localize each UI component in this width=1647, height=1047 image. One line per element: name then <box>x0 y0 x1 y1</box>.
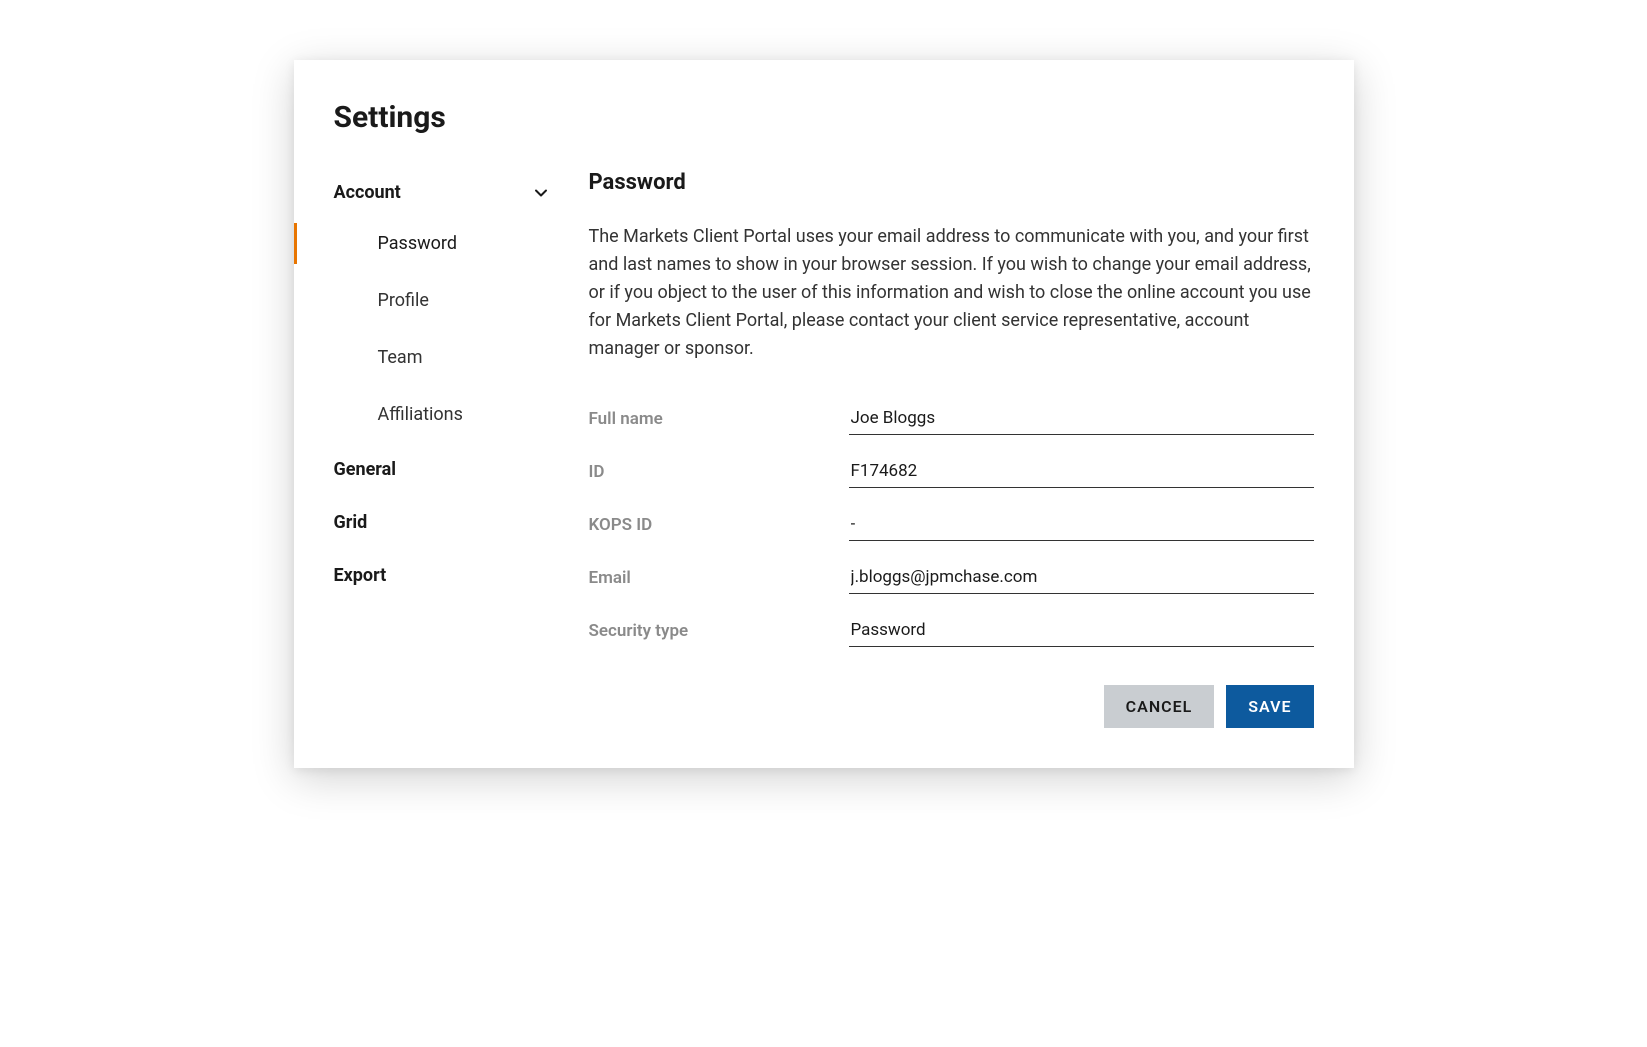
field-label: ID <box>589 462 849 488</box>
kopsid-input[interactable] <box>849 508 1314 541</box>
chevron-down-icon <box>533 185 549 201</box>
page-title: Settings <box>334 100 1314 135</box>
id-input[interactable] <box>849 455 1314 488</box>
settings-panel: Settings Account Password Profile Team A… <box>294 60 1354 768</box>
field-row-fullname: Full name <box>589 402 1314 435</box>
field-label: Full name <box>589 409 849 435</box>
sidebar-group-label: Account <box>334 182 401 203</box>
field-label: KOPS ID <box>589 515 849 541</box>
main-section: Password The Markets Client Portal uses … <box>589 170 1314 728</box>
sidebar-item-profile[interactable]: Profile <box>294 272 549 329</box>
fullname-input[interactable] <box>849 402 1314 435</box>
action-bar: CANCEL SAVE <box>589 685 1314 728</box>
sidebar-sublist-account: Password Profile Team Affiliations <box>294 215 549 443</box>
field-label: Security type <box>589 621 849 647</box>
sidebar-item-export[interactable]: Export <box>334 549 549 602</box>
field-row-email: Email <box>589 561 1314 594</box>
field-row-securitytype: Security type <box>589 614 1314 647</box>
section-description: The Markets Client Portal uses your emai… <box>589 223 1314 362</box>
sidebar-item-team[interactable]: Team <box>294 329 549 386</box>
field-row-kopsid: KOPS ID <box>589 508 1314 541</box>
cancel-button[interactable]: CANCEL <box>1104 685 1215 728</box>
field-row-id: ID <box>589 455 1314 488</box>
sidebar-item-affiliations[interactable]: Affiliations <box>294 386 549 443</box>
save-button[interactable]: SAVE <box>1226 685 1313 728</box>
content-wrapper: Account Password Profile Team Affiliatio… <box>334 170 1314 728</box>
field-label: Email <box>589 568 849 594</box>
sidebar-item-grid[interactable]: Grid <box>334 496 549 549</box>
email-input[interactable] <box>849 561 1314 594</box>
section-title: Password <box>589 170 1314 195</box>
sidebar-group-account[interactable]: Account <box>334 170 549 215</box>
sidebar-item-general[interactable]: General <box>334 443 549 496</box>
settings-sidebar: Account Password Profile Team Affiliatio… <box>334 170 549 728</box>
sidebar-item-password[interactable]: Password <box>294 215 549 272</box>
securitytype-input[interactable] <box>849 614 1314 647</box>
